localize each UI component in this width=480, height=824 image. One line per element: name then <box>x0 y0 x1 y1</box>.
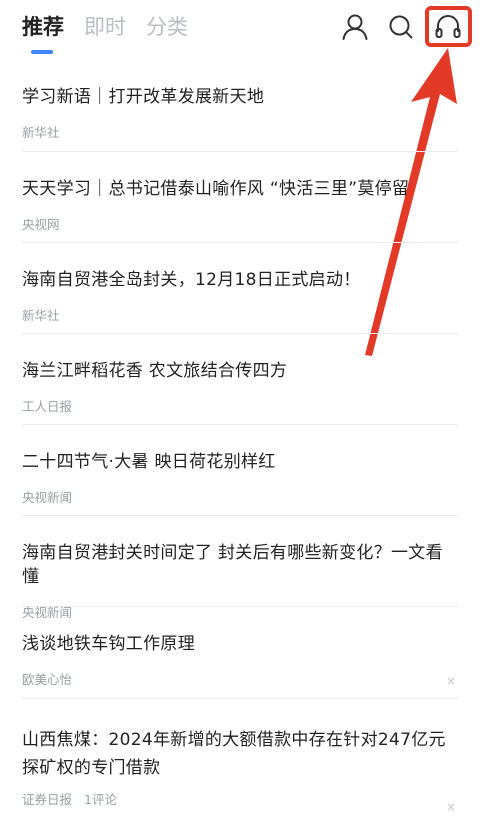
tab-categories[interactable]: 分类 <box>146 12 188 42</box>
headphones-highlight-box <box>425 6 472 47</box>
news-meta: 证券日报 1评论 <box>22 792 458 808</box>
tab-recommended[interactable]: 推荐 <box>22 12 64 42</box>
news-source: 证券日报 <box>22 792 73 807</box>
news-source: 工人日报 <box>22 399 73 414</box>
dismiss-button[interactable]: × <box>446 801 456 813</box>
news-source: 央视新闻 <box>22 490 73 505</box>
tab-instant[interactable]: 即时 <box>84 12 126 42</box>
news-title: 浅谈地铁车钩工作原理 <box>22 634 195 654</box>
news-title: 天天学习｜总书记借泰山喻作风 “快活三里”莫停留 <box>22 179 410 199</box>
news-title: 山西焦煤：2024年新增的大额借款中存在针对247亿元探矿权的专门借款 <box>22 730 446 778</box>
news-title: 海兰江畔稻花香 农文旅结合传四方 <box>22 361 288 381</box>
list-item[interactable]: 天天学习｜总书记借泰山喻作风 “快活三里”莫停留 央视网 <box>22 152 458 243</box>
news-source: 新华社 <box>22 125 60 140</box>
news-source: 新华社 <box>22 308 60 323</box>
comment-count: 1评论 <box>84 792 117 807</box>
list-item[interactable]: 海兰江畔稻花香 农文旅结合传四方 工人日报 <box>22 334 458 425</box>
list-item[interactable]: 海南自贸港封关时间定了 封关后有哪些新变化？一文看懂 央视新闻 <box>22 516 458 620</box>
news-feed: 学习新语｜打开改革发展新天地 新华社 天天学习｜总书记借泰山喻作风 “快活三里”… <box>22 62 458 813</box>
list-item[interactable]: 二十四节气·大暑 映日荷花别样红 央视新闻 <box>22 425 458 516</box>
active-tab-indicator <box>31 50 53 54</box>
news-title: 海南自贸港封关时间定了 封关后有哪些新变化？一文看懂 <box>22 543 443 587</box>
top-navigation-bar: 推荐 即时 分类 <box>0 0 480 62</box>
search-icon[interactable] <box>384 10 418 44</box>
list-item[interactable]: 海南自贸港全岛封关，12月18日正式启动！ 新华社 <box>22 243 458 334</box>
user-icon[interactable] <box>338 10 372 44</box>
news-source: 央视网 <box>22 217 60 232</box>
news-title: 学习新语｜打开改革发展新天地 <box>22 87 265 107</box>
news-title: 海南自贸港全岛封关，12月18日正式启动！ <box>22 270 361 290</box>
dismiss-button[interactable]: × <box>446 675 456 687</box>
list-item[interactable]: 浅谈地铁车钩工作原理 欧美心怡 × <box>22 607 458 699</box>
list-item[interactable]: 学习新语｜打开改革发展新天地 新华社 <box>22 62 458 152</box>
news-title: 二十四节气·大暑 映日荷花别样红 <box>22 452 276 472</box>
list-item[interactable]: 山西焦煤：2024年新增的大额借款中存在针对247亿元探矿权的专门借款 证券日报… <box>22 699 458 813</box>
news-source: 欧美心怡 <box>22 672 73 687</box>
